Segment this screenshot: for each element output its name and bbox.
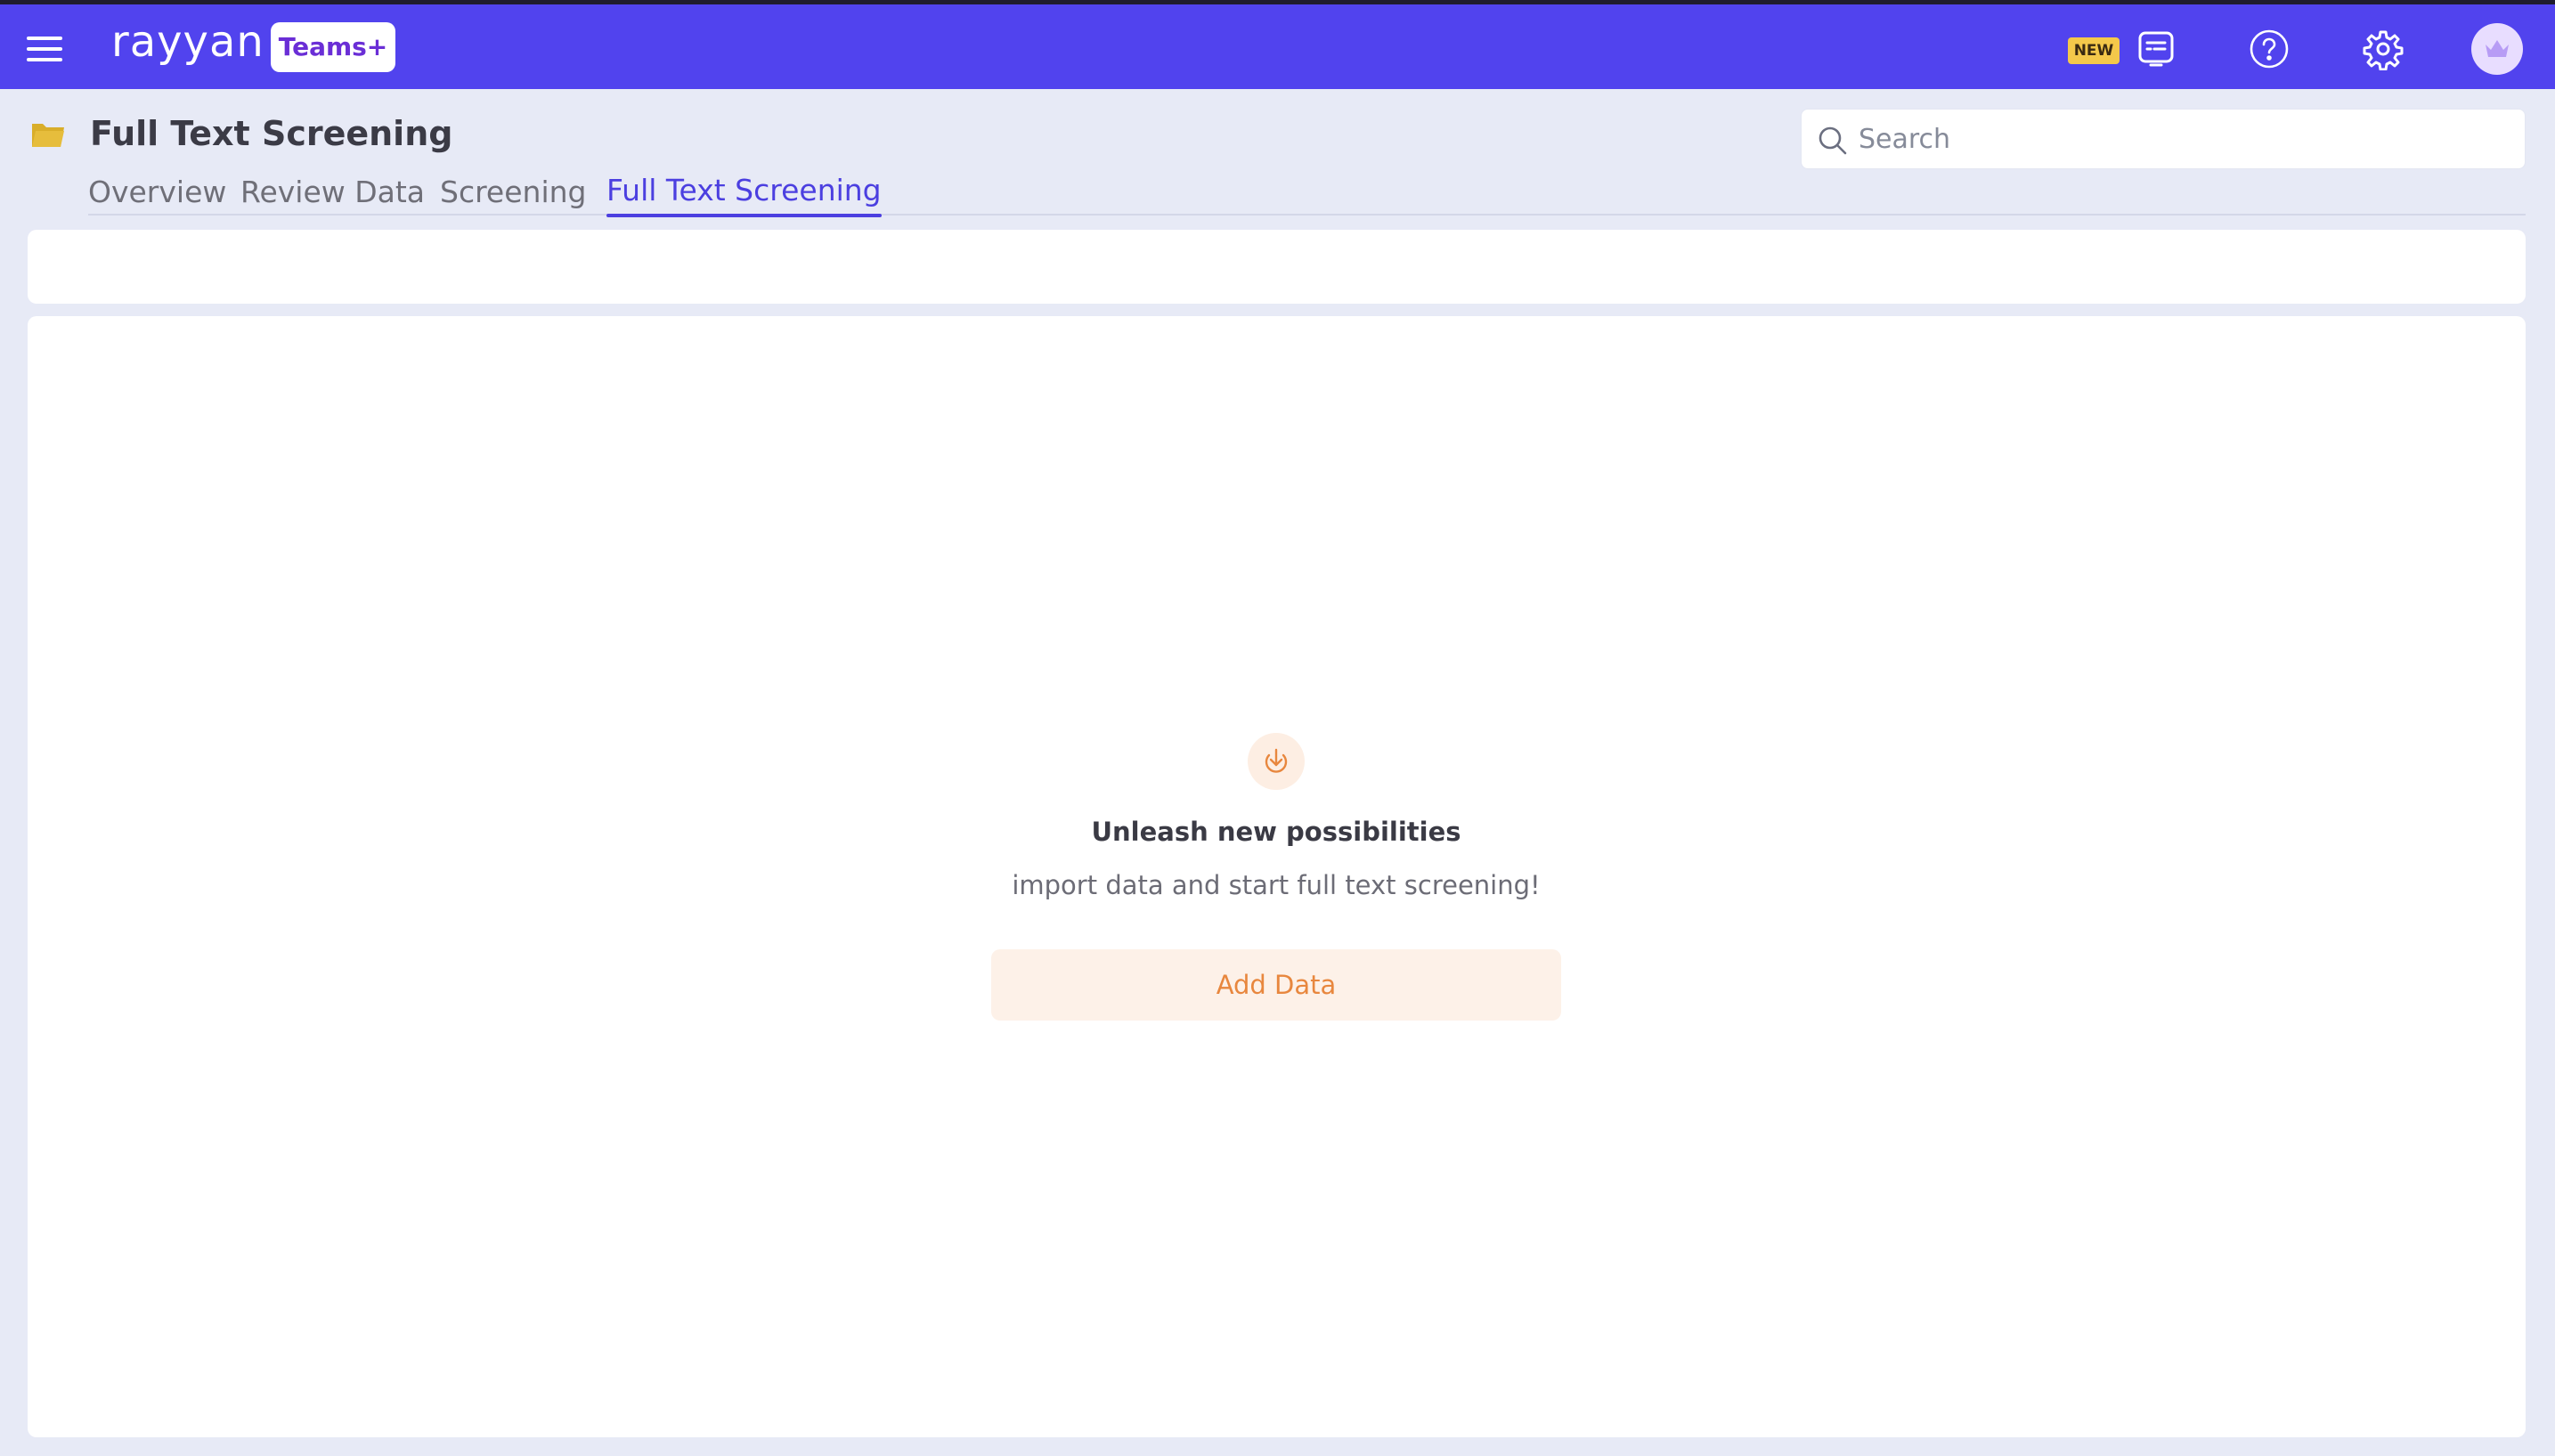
- whats-new-chat-icon[interactable]: [2135, 28, 2177, 70]
- tab-review-data[interactable]: Review Data: [240, 175, 425, 209]
- tab-screening[interactable]: Screening: [440, 175, 586, 209]
- tab-overview[interactable]: Overview: [88, 175, 226, 209]
- page-title: Full Text Screening: [90, 114, 453, 153]
- user-avatar[interactable]: [2471, 23, 2523, 75]
- tab-bar: Overview Review Data Screening Full Text…: [88, 169, 2526, 217]
- crown-icon: [2486, 40, 2509, 57]
- search-icon: [1819, 126, 1847, 155]
- help-icon[interactable]: [2248, 28, 2291, 70]
- new-badge: NEW: [2068, 37, 2120, 64]
- search-box[interactable]: [1801, 109, 2526, 169]
- add-data-button[interactable]: Add Data: [991, 949, 1561, 1021]
- empty-state-icon-badge: [1248, 733, 1305, 790]
- settings-gear-icon[interactable]: [2362, 28, 2404, 70]
- tab-full-text-screening[interactable]: Full Text Screening: [606, 173, 882, 217]
- toolbar-panel: [28, 230, 2526, 304]
- hamburger-menu-icon[interactable]: [27, 37, 62, 63]
- rayyan-logo[interactable]: rayyan: [111, 17, 264, 67]
- teams-plan-badge[interactable]: Teams+: [271, 22, 395, 72]
- folder-icon: [32, 124, 64, 147]
- empty-state-subtitle: import data and start full text screenin…: [1012, 870, 1541, 900]
- top-navigation-bar: rayyan Teams+ NEW: [0, 0, 2555, 89]
- search-input[interactable]: [1857, 110, 2507, 168]
- download-icon: [1265, 748, 1288, 773]
- empty-state-title: Unleash new possibilities: [1091, 817, 1461, 847]
